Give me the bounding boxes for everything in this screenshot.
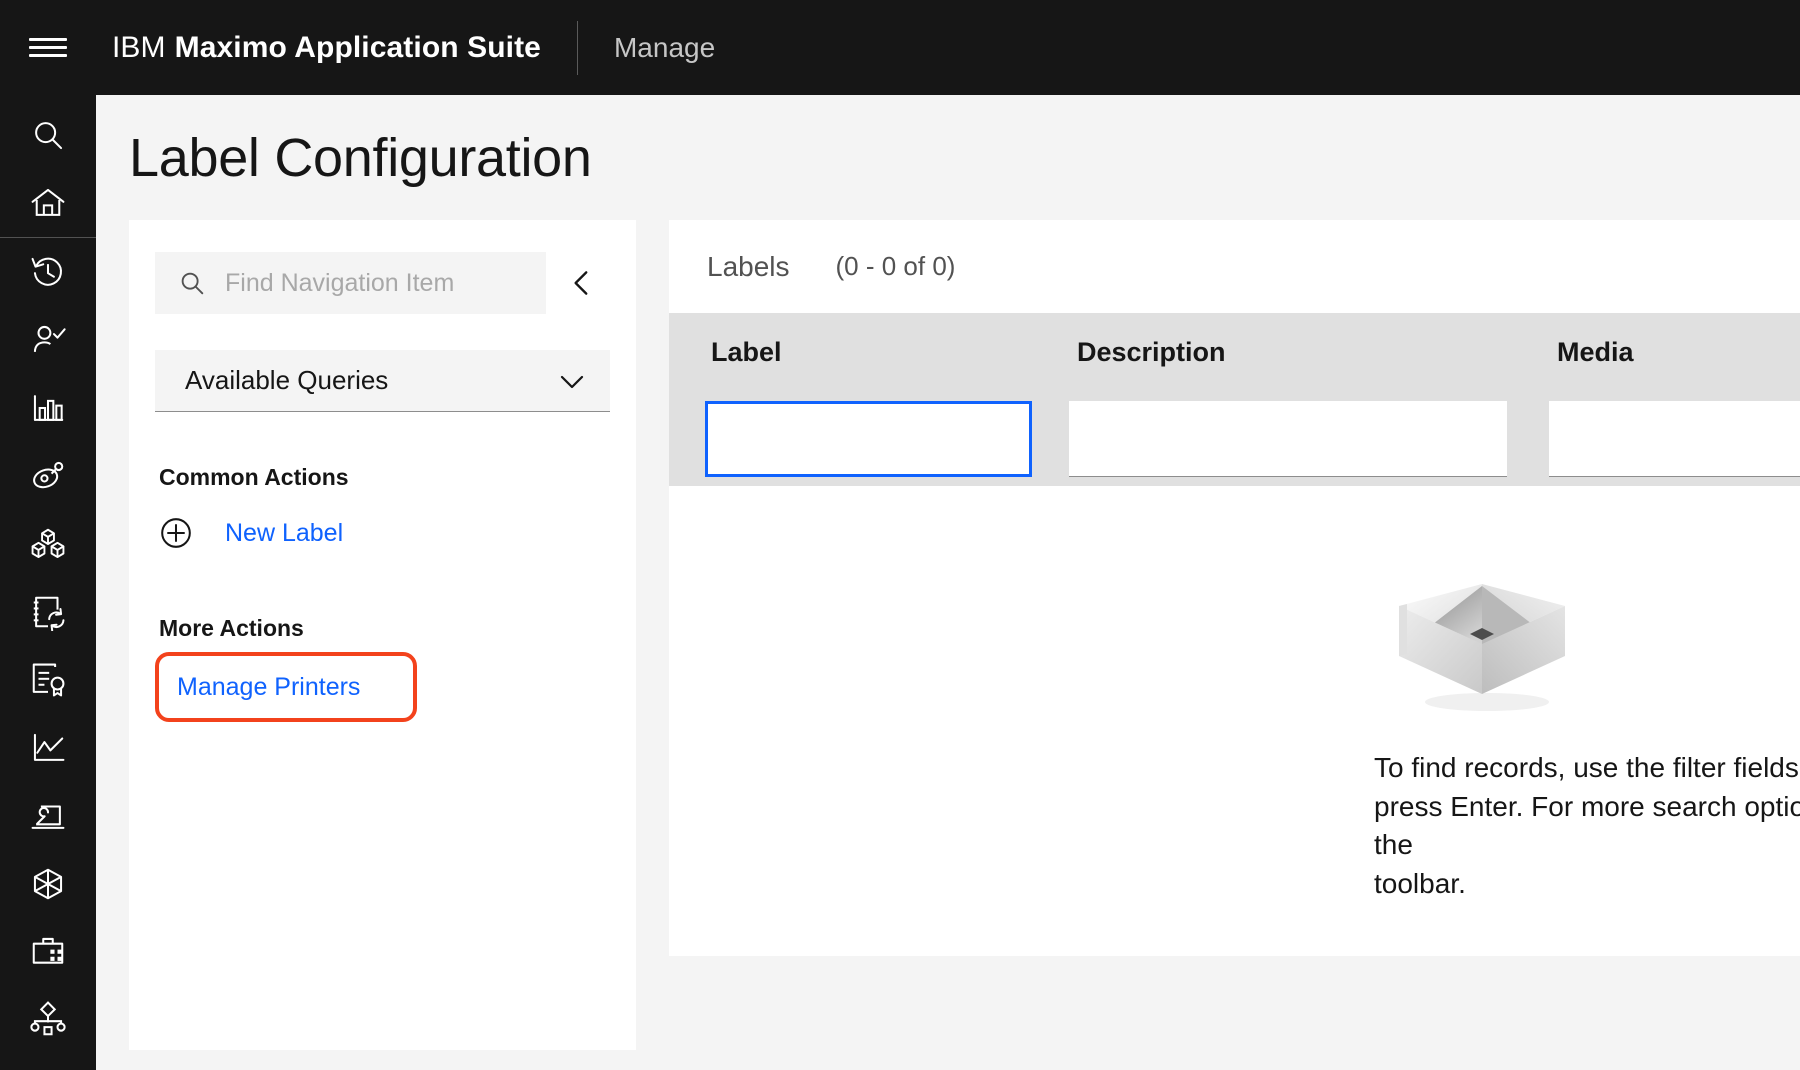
labels-table: Label Description Media	[669, 313, 1800, 486]
sidebar-item-work-orders[interactable]	[0, 578, 96, 646]
briefcase-icon	[32, 937, 64, 964]
user-check-icon	[33, 325, 66, 352]
manage-printers-link[interactable]: Manage Printers	[177, 673, 360, 702]
more-actions-heading: More Actions	[159, 615, 304, 641]
filter-cell-label	[669, 400, 1069, 477]
manage-printers-action[interactable]: Manage Printers	[155, 652, 417, 722]
sidebar-item-assignments[interactable]	[0, 306, 96, 374]
available-queries-label: Available Queries	[185, 365, 389, 395]
common-actions-list: New Label	[129, 503, 636, 563]
hexagon-icon	[33, 868, 63, 900]
common-actions-heading: Common Actions	[159, 464, 349, 490]
line-chart-icon	[33, 733, 65, 761]
sidebar-item-configuration[interactable]	[0, 986, 96, 1054]
column-header-media[interactable]: Media	[1549, 337, 1800, 368]
nav-search-row	[155, 252, 636, 314]
page-title-bar: Label Configuration	[96, 95, 1800, 220]
header-app-name: Manage	[613, 31, 716, 63]
navigation-panel: Available Queries Common Actions New	[129, 220, 636, 1050]
records-count: (0 - 0 of 0)	[835, 251, 956, 281]
filter-input-media[interactable]	[1549, 400, 1800, 477]
filter-input-description[interactable]	[1069, 400, 1507, 477]
table-filter-row	[669, 391, 1800, 486]
brand-ibm-text: IBM	[112, 30, 166, 64]
sidebar-item-analytics[interactable]	[0, 714, 96, 782]
sidebar-item-service-desk[interactable]	[0, 918, 96, 986]
page-body: Label Configuration Available Quer	[96, 95, 1800, 1070]
bar-chart-icon	[33, 395, 64, 421]
inventory-cubes-icon	[31, 528, 65, 559]
find-navigation-item-input[interactable]	[225, 268, 546, 298]
hierarchy-icon	[30, 1001, 66, 1036]
certificate-icon	[32, 663, 65, 697]
hamburger-menu-icon[interactable]	[0, 0, 96, 95]
sidebar-item-home[interactable]	[0, 169, 96, 237]
search-icon	[35, 122, 63, 150]
sidebar-item-integration[interactable]	[0, 850, 96, 918]
sidebar-item-search[interactable]	[0, 101, 96, 169]
nav-search-box[interactable]	[155, 252, 546, 314]
table-header-row: Label Description Media	[669, 313, 1800, 391]
chevron-left-icon[interactable]	[554, 255, 610, 311]
sidebar-item-inventory[interactable]	[0, 510, 96, 578]
asset-tag-icon	[33, 461, 64, 489]
page-title: Label Configuration	[129, 127, 592, 188]
app-header: IBM Maximo Application Suite Manage	[0, 0, 1800, 95]
column-header-description[interactable]: Description	[1069, 337, 1549, 368]
rail-group-primary	[0, 95, 96, 237]
header-divider	[576, 20, 578, 75]
hamburger-bar	[29, 46, 67, 49]
brand-block[interactable]: IBM Maximo Application Suite	[96, 0, 541, 95]
filter-cell-media	[1549, 400, 1800, 477]
recently-viewed-icon	[31, 257, 62, 286]
records-header: Labels (0 - 0 of 0)	[669, 220, 1800, 313]
rail-group-secondary	[0, 238, 96, 1054]
new-label-action[interactable]: New Label	[129, 503, 636, 563]
hamburger-bar	[29, 38, 67, 41]
search-icon	[181, 272, 204, 295]
empty-box-icon	[1399, 584, 1565, 711]
content-row: Available Queries Common Actions New	[96, 220, 1800, 1050]
new-label-link[interactable]: New Label	[225, 519, 343, 548]
sidebar-item-recently-viewed[interactable]	[0, 238, 96, 306]
add-circle-icon	[159, 516, 193, 550]
chevron-down-icon	[560, 375, 584, 388]
home-icon	[31, 188, 65, 216]
left-icon-rail	[0, 95, 96, 1070]
sidebar-item-administration[interactable]	[0, 782, 96, 850]
sidebar-item-contracts[interactable]	[0, 646, 96, 714]
hamburger-bar	[29, 54, 67, 57]
filter-input-label[interactable]	[705, 400, 1032, 477]
records-title: Labels	[707, 250, 790, 282]
records-panel: Labels (0 - 0 of 0) Label Description Me…	[669, 220, 1800, 956]
sidebar-item-assets[interactable]	[0, 442, 96, 510]
column-header-label[interactable]: Label	[669, 337, 1069, 368]
empty-state: To find records, use the filter fields a…	[669, 486, 1800, 956]
sidebar-item-reports[interactable]	[0, 374, 96, 442]
brand-product-text: Maximo Application Suite	[174, 30, 541, 64]
empty-state-message: To find records, use the filter fields a…	[1374, 752, 1800, 899]
filter-cell-description	[1069, 400, 1549, 477]
document-sync-icon	[33, 596, 65, 631]
available-queries-dropdown[interactable]: Available Queries	[155, 350, 610, 412]
maintenance-tool-icon	[31, 805, 65, 829]
